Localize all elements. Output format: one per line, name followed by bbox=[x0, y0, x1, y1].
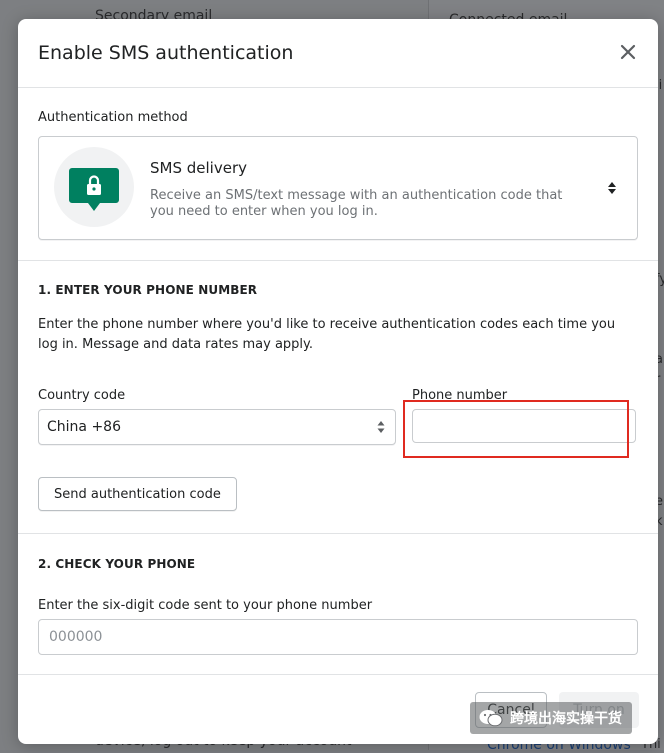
modal-header: Enable SMS authentication bbox=[18, 19, 658, 88]
check-phone-section: 2. CHECK YOUR PHONE Enter the six-digit … bbox=[18, 534, 658, 675]
close-icon bbox=[620, 44, 636, 60]
authentication-method-section: Authentication method SMS delivery Recei… bbox=[18, 88, 658, 261]
step1-description: Enter the phone number where you'd like … bbox=[38, 317, 616, 352]
wechat-icon bbox=[479, 710, 503, 727]
method-icon-container bbox=[54, 147, 134, 227]
country-code-label: Country code bbox=[38, 388, 126, 403]
method-description: Receive an SMS/text message with an auth… bbox=[150, 188, 563, 219]
step2-heading: 2. CHECK YOUR PHONE bbox=[38, 557, 196, 571]
code-placeholder: 000000 bbox=[49, 629, 103, 645]
method-title: SMS delivery bbox=[150, 159, 247, 177]
authentication-method-label: Authentication method bbox=[38, 110, 188, 125]
enter-phone-section: 1. ENTER YOUR PHONE NUMBER Enter the pho… bbox=[18, 261, 658, 534]
select-arrows-icon bbox=[608, 182, 616, 194]
watermark-text: 跨境出海实操干货 bbox=[510, 711, 622, 727]
authentication-method-select[interactable]: SMS delivery Receive an SMS/text message… bbox=[38, 136, 638, 240]
watermark: 跨境出海实操干货 bbox=[470, 702, 632, 734]
phone-number-input[interactable] bbox=[412, 409, 636, 443]
country-code-value: China +86 bbox=[47, 419, 121, 435]
select-arrows-icon bbox=[377, 421, 385, 433]
code-label: Enter the six-digit code sent to your ph… bbox=[38, 598, 373, 613]
lock-message-icon bbox=[69, 168, 119, 211]
phone-number-label: Phone number bbox=[412, 388, 508, 403]
send-authentication-code-button[interactable]: Send authentication code bbox=[38, 477, 237, 511]
verification-code-input[interactable]: 000000 bbox=[38, 619, 638, 655]
step1-heading: 1. ENTER YOUR PHONE NUMBER bbox=[38, 283, 258, 297]
modal-title: Enable SMS authentication bbox=[38, 42, 294, 64]
close-button[interactable] bbox=[616, 40, 640, 64]
enable-sms-modal: Enable SMS authentication Authentication… bbox=[18, 19, 658, 744]
country-code-select[interactable]: China +86 bbox=[38, 409, 396, 445]
